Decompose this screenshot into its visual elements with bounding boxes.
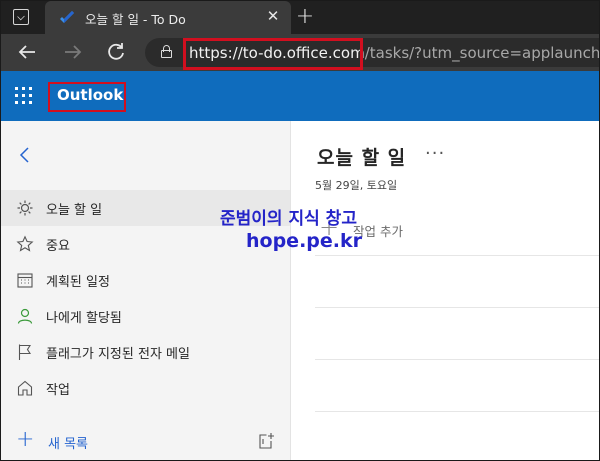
date-label: 5월 29일, 토요일 <box>315 179 398 192</box>
sidebar-item-tasks[interactable]: 작업 <box>1 370 290 406</box>
new-list-button[interactable]: + 새 목록 <box>1 423 290 459</box>
sidebar-item-assigned[interactable]: 나에게 할당됨 <box>1 298 290 334</box>
tab-close-icon[interactable]: ✕ <box>265 8 281 24</box>
flag-icon <box>18 344 31 360</box>
sidebar-item-label: 나에게 할당됨 <box>46 311 122 326</box>
tab-strip: 오늘 할 일 - To Do ✕ + <box>1 1 599 34</box>
window-frame: 오늘 할 일 - To Do ✕ + https://to-do.office.… <box>0 0 600 461</box>
sidebar-item-label: 오늘 할 일 <box>46 203 103 218</box>
app-name-highlight-box <box>48 82 126 112</box>
new-group-icon[interactable] <box>257 432 275 450</box>
sidebar-item-label: 중요 <box>46 239 70 254</box>
chevron-left-icon <box>19 147 29 163</box>
sidebar: 오늘 할 일 중요 계획된 일정 나에게 할당됨 플래그가 지정된 전자 메일 … <box>1 121 291 460</box>
sidebar-item-label: 계획된 일정 <box>46 275 110 290</box>
watermark-title: 준범이의 지식 창고 <box>220 209 357 229</box>
new-list-label: 새 목록 <box>48 437 89 452</box>
url-highlight-box <box>183 38 363 70</box>
main-panel: 오늘 할 일 ··· 5월 29일, 토요일 + 작업 추가 <box>291 121 599 460</box>
reload-button[interactable] <box>103 39 129 65</box>
plus-icon: + <box>16 427 35 452</box>
url-path: /tasks/?utm_source=applauncher <box>364 44 600 62</box>
tab-title: 오늘 할 일 - To Do <box>85 12 186 27</box>
new-tab-button[interactable]: + <box>294 5 316 29</box>
task-row-divider <box>315 411 599 412</box>
person-icon <box>17 308 33 324</box>
sun-icon <box>17 200 33 216</box>
back-button[interactable] <box>15 39 41 65</box>
star-icon <box>16 235 34 252</box>
watermark-url: hope.pe.kr <box>246 230 362 252</box>
more-options-icon[interactable]: ··· <box>425 143 445 164</box>
app-launcher-icon[interactable] <box>15 87 33 105</box>
task-row-divider <box>315 359 599 360</box>
task-row-divider <box>315 255 599 256</box>
task-row-divider <box>315 307 599 308</box>
sidebar-item-label: 플래그가 지정된 전자 메일 <box>46 347 190 362</box>
browser-tab[interactable]: 오늘 할 일 - To Do ✕ <box>45 1 291 34</box>
reload-icon <box>108 43 124 60</box>
todo-checkmark-icon <box>60 11 74 23</box>
sidebar-item-flagged-email[interactable]: 플래그가 지정된 전자 메일 <box>1 334 290 370</box>
sidebar-item-planned[interactable]: 계획된 일정 <box>1 262 290 298</box>
tab-actions-icon[interactable] <box>13 9 29 25</box>
lock-icon[interactable] <box>161 45 172 58</box>
home-icon <box>17 380 33 396</box>
forward-button[interactable] <box>59 39 85 65</box>
arrow-left-icon <box>18 45 35 59</box>
arrow-right-icon <box>65 45 82 59</box>
calendar-icon <box>17 273 33 288</box>
sidebar-item-label: 작업 <box>46 383 70 398</box>
page-title: 오늘 할 일 <box>317 147 407 169</box>
collapse-sidebar-button[interactable] <box>17 145 33 165</box>
